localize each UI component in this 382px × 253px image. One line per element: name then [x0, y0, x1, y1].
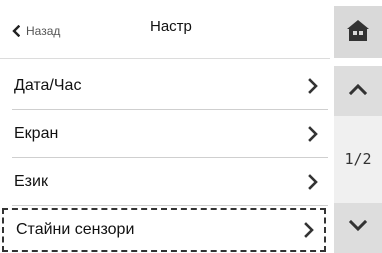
chevron-down-icon — [348, 219, 368, 237]
back-button[interactable]: Назад — [12, 20, 60, 42]
chevron-right-icon — [308, 125, 318, 142]
chevron-up-icon — [348, 82, 368, 100]
chevron-right-icon — [304, 222, 314, 238]
chevron-right-icon — [308, 173, 318, 190]
home-icon — [346, 18, 370, 47]
page-up-button[interactable] — [334, 66, 382, 116]
menu-item-label: Език — [14, 172, 48, 190]
menu-item-date-time[interactable]: Дата/Час — [12, 62, 328, 110]
page-down-button[interactable] — [334, 203, 382, 253]
menu-item-label: Стайни сензори — [16, 221, 135, 238]
menu-item-label: Екран — [14, 124, 59, 142]
home-button[interactable] — [334, 6, 382, 58]
menu-item-language[interactable]: Език — [12, 158, 328, 206]
header-bar: Назад Настр — [0, 0, 382, 62]
chevron-left-icon — [12, 25, 20, 37]
page-scroller: 1/2 — [334, 66, 382, 253]
page-title: Настр — [150, 18, 192, 35]
settings-menu-list: Дата/Час Екран Език Стайни сензори — [2, 62, 328, 252]
back-label: Назад — [26, 24, 61, 38]
chevron-right-icon — [308, 77, 318, 94]
page-indicator: 1/2 — [344, 150, 372, 168]
menu-item-label: Дата/Час — [14, 76, 82, 94]
menu-item-screen[interactable]: Екран — [12, 110, 328, 158]
menu-item-room-sensors[interactable]: Стайни сензори — [2, 208, 326, 252]
header-divider — [0, 58, 330, 59]
